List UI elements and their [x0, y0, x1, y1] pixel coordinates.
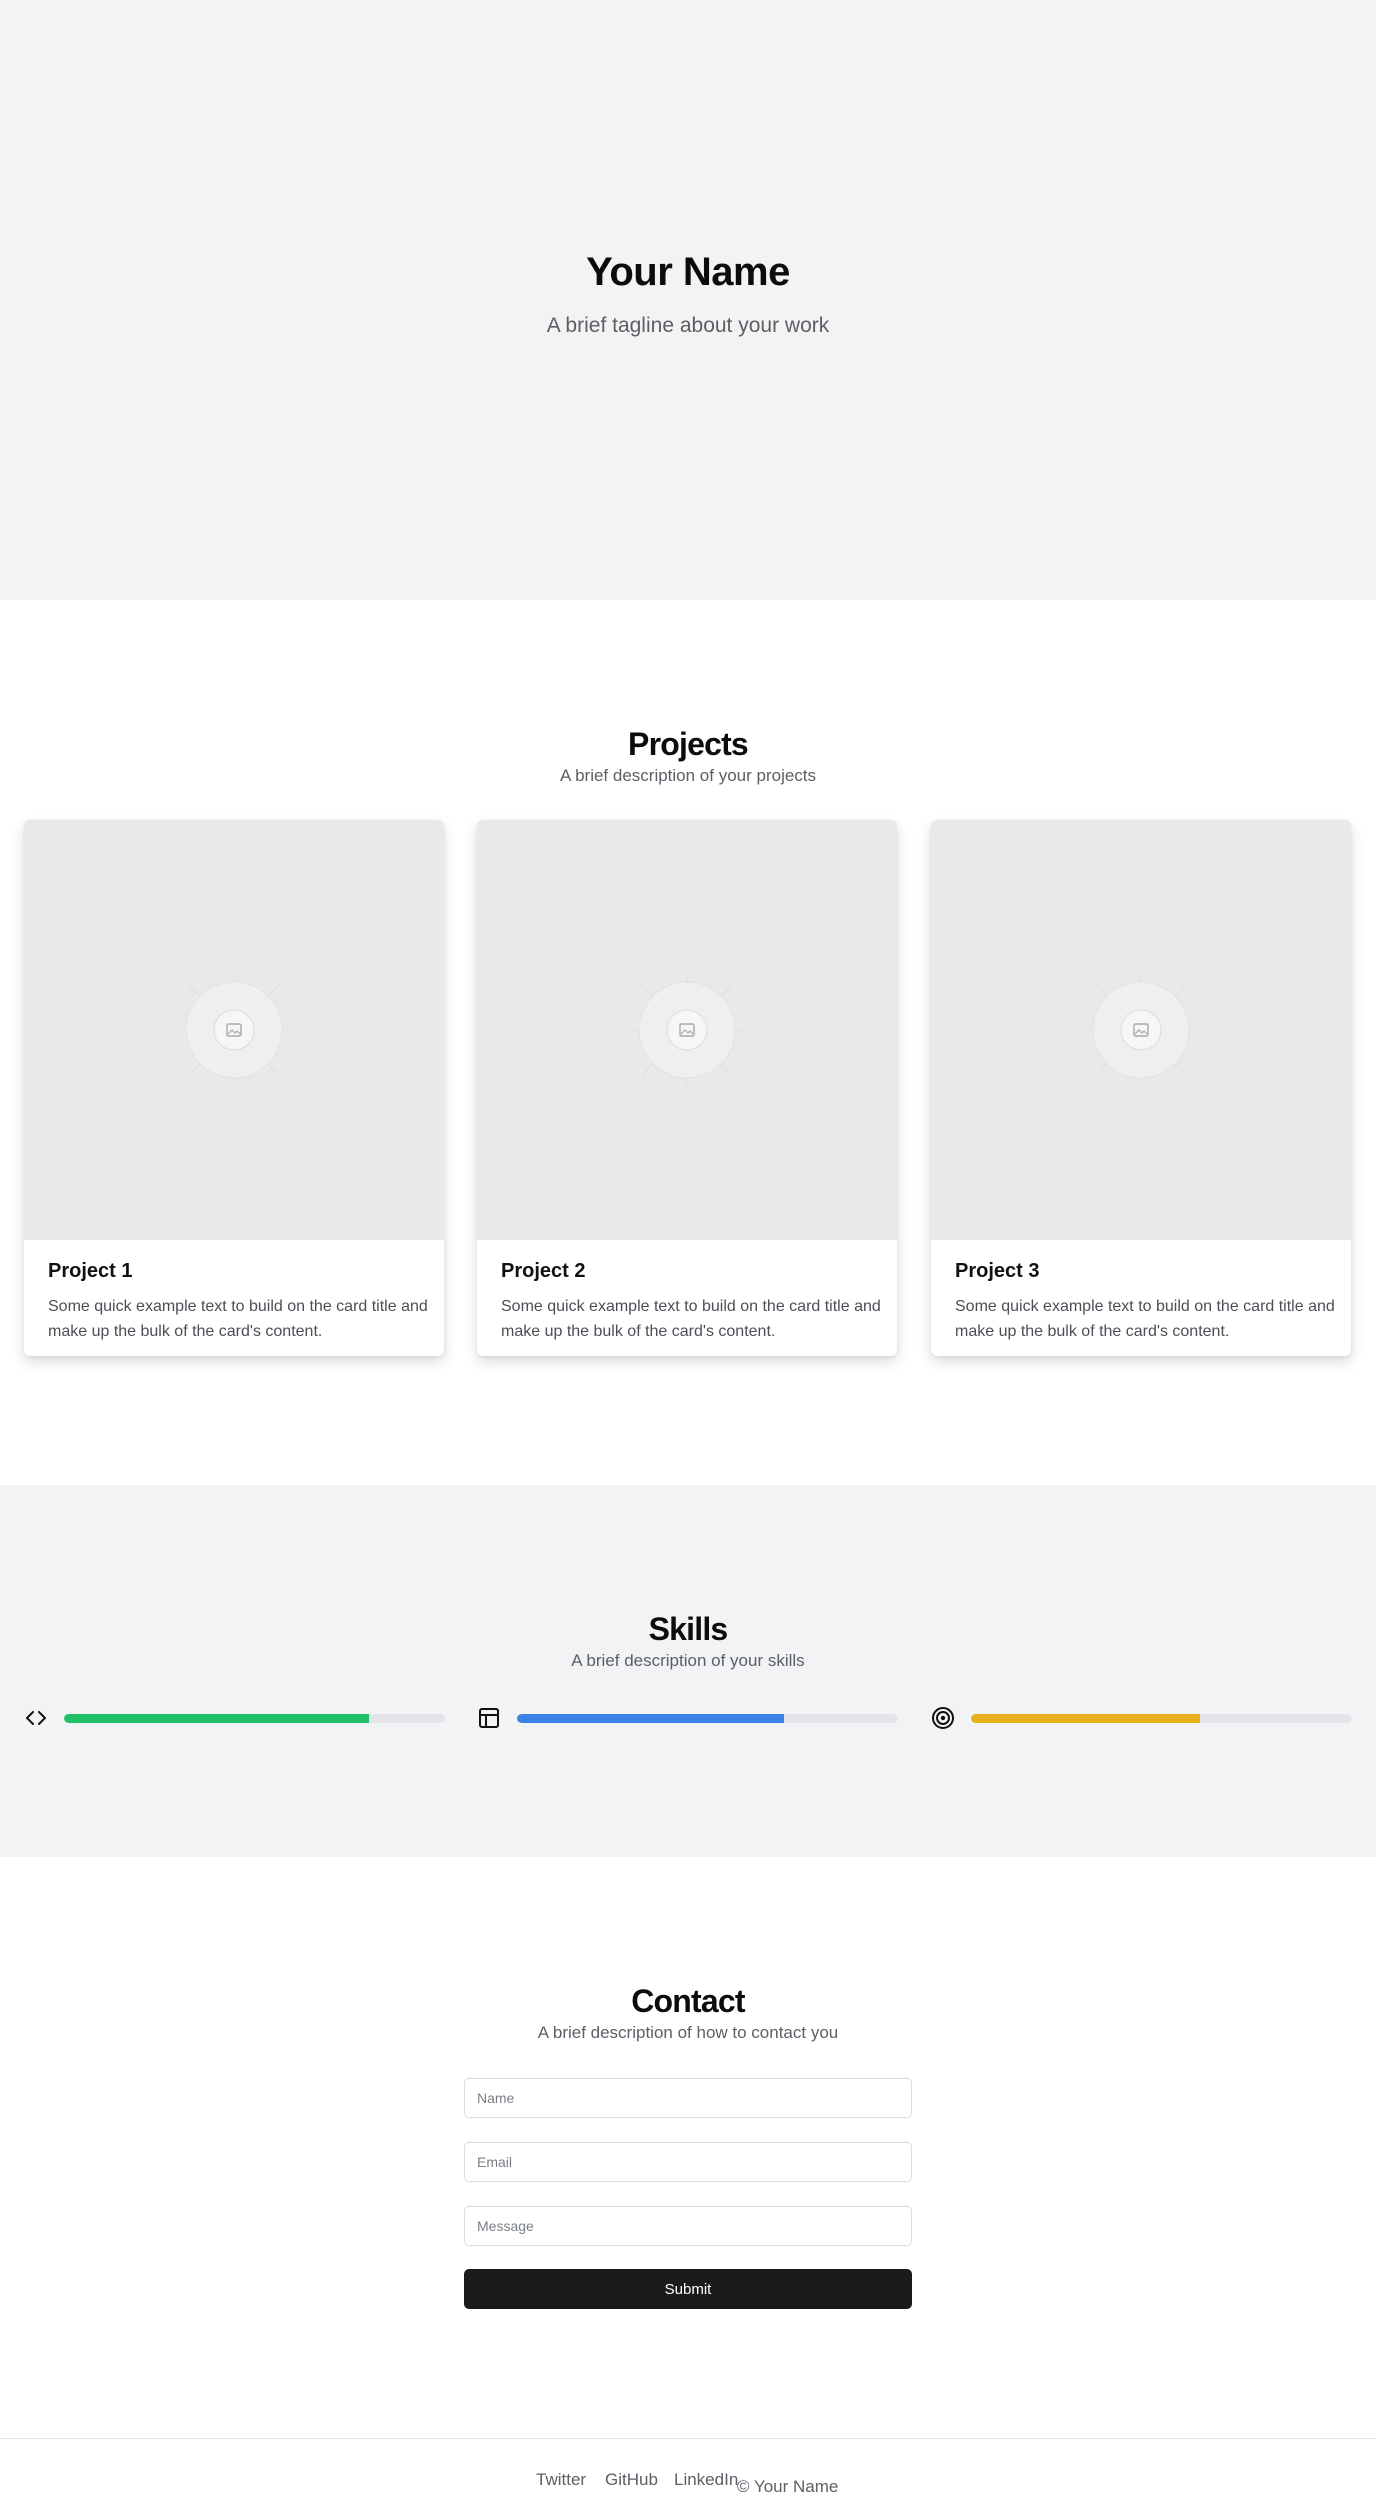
project-title: Project 1	[48, 1260, 133, 1282]
image-placeholder-icon	[1086, 975, 1196, 1085]
submit-button[interactable]: Submit	[464, 2269, 912, 2309]
message-field[interactable]	[464, 2206, 912, 2246]
skill-progress-fill	[971, 1714, 1200, 1723]
hero-section: Your Name A brief tagline about your wor…	[0, 0, 1376, 600]
project-title: Project 2	[501, 1260, 586, 1282]
image-placeholder-icon	[179, 975, 289, 1085]
project-card[interactable]: Project 3 Some quick example text to bui…	[931, 820, 1351, 1356]
footer-divider	[0, 2438, 1376, 2439]
skill-progress-bar	[517, 1714, 898, 1723]
hero-tagline: A brief tagline about your work	[546, 314, 830, 337]
github-link[interactable]: GitHub	[605, 2470, 658, 2490]
twitter-link[interactable]: Twitter	[536, 2470, 586, 2490]
skills-title: Skills	[648, 1611, 729, 1647]
contact-subtitle: A brief description of how to contact yo…	[537, 2023, 839, 2042]
project-image	[24, 820, 444, 1240]
project-card[interactable]: Project 1 Some quick example text to bui…	[24, 820, 444, 1356]
linkedin-link[interactable]: LinkedIn	[674, 2470, 738, 2490]
layout-icon	[479, 1708, 499, 1728]
email-field[interactable]	[464, 2142, 912, 2182]
target-icon	[932, 1707, 954, 1729]
project-description: Some quick example text to build on the …	[48, 1298, 428, 1340]
skills-subtitle: A brief description of your skills	[571, 1651, 805, 1670]
image-placeholder-icon	[632, 975, 742, 1085]
hero-name: Your Name	[586, 250, 790, 294]
projects-subtitle: A brief description of your projects	[559, 766, 817, 785]
contact-title: Contact	[631, 1983, 745, 2019]
project-description: Some quick example text to build on the …	[501, 1298, 881, 1340]
skill-progress-fill	[517, 1714, 784, 1723]
project-title: Project 3	[955, 1260, 1040, 1282]
name-field[interactable]	[464, 2078, 912, 2118]
code-icon	[26, 1711, 46, 1725]
skill-progress-bar	[971, 1714, 1352, 1723]
project-image	[477, 820, 897, 1240]
skills-section	[0, 1485, 1376, 1857]
skill-progress-bar	[64, 1714, 445, 1723]
project-image	[931, 820, 1351, 1240]
skill-progress-fill	[64, 1714, 369, 1723]
project-description: Some quick example text to build on the …	[955, 1298, 1335, 1340]
copyright-text: © Your Name	[737, 2477, 839, 2496]
projects-title: Projects	[628, 726, 749, 762]
project-card[interactable]: Project 2 Some quick example text to bui…	[477, 820, 897, 1356]
